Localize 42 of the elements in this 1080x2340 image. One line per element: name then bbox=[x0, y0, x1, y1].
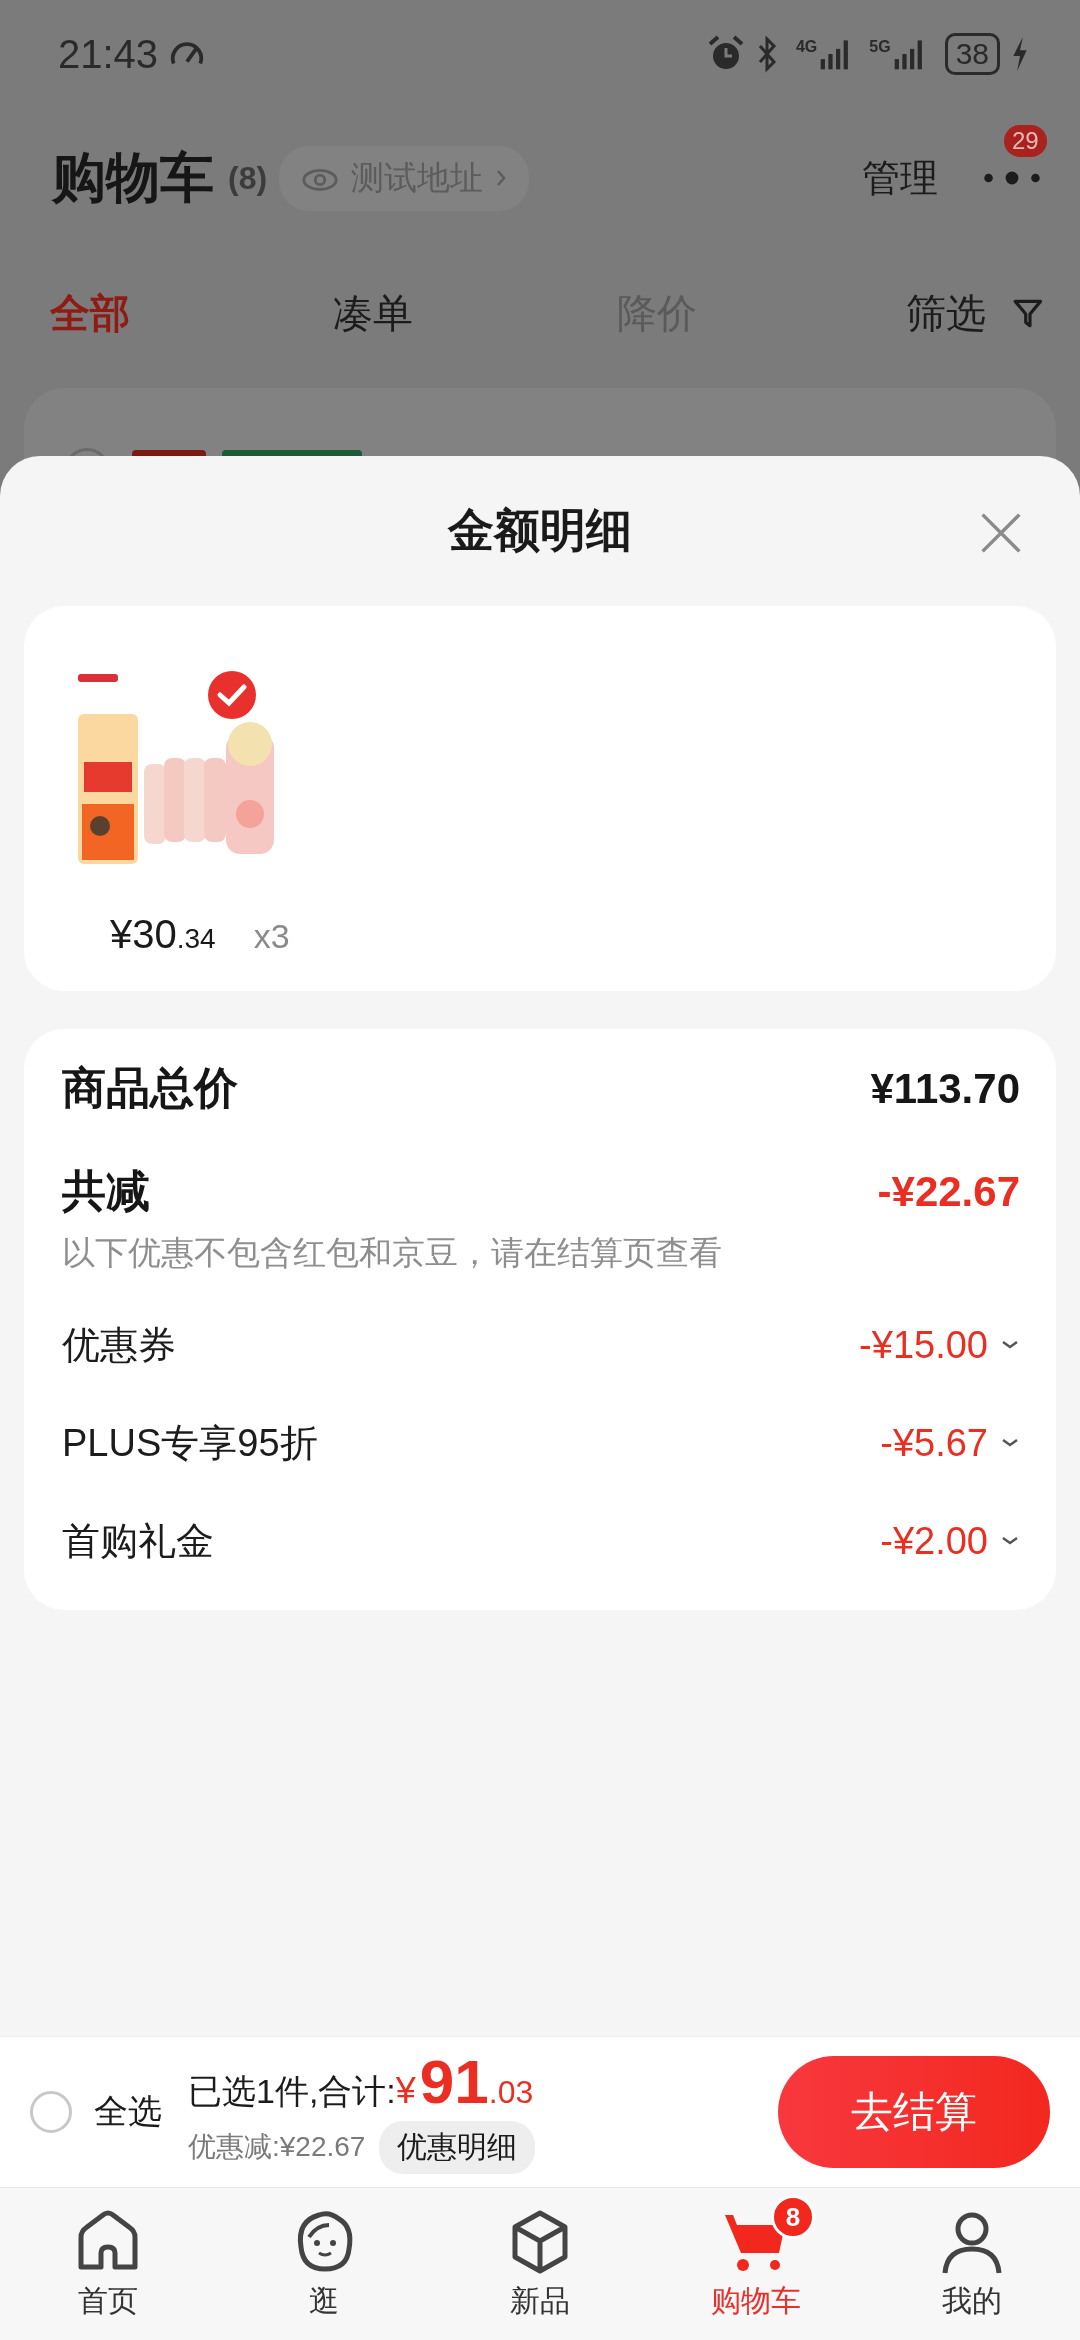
network-label: 5G bbox=[869, 38, 891, 56]
nav-tab[interactable]: 我的 bbox=[864, 2188, 1080, 2340]
chevron-down-icon[interactable] bbox=[1000, 1339, 1020, 1351]
chevron-down-icon[interactable] bbox=[1000, 1437, 1020, 1449]
checkout-button[interactable]: 去结算 bbox=[778, 2056, 1050, 2168]
reduction-note: 以下优惠不包含红包和京豆，请在结算页查看 bbox=[62, 1233, 723, 1273]
sheet-title: 金额明细 bbox=[448, 503, 632, 558]
nav-tab[interactable]: 8 购物车 bbox=[648, 2188, 864, 2340]
discount-label: 首购礼金 bbox=[62, 1518, 214, 1564]
battery-level: 38 bbox=[944, 33, 1000, 75]
manage-button[interactable]: 管理 bbox=[856, 151, 944, 205]
saved-amount: 优惠减:¥22.67 bbox=[188, 2130, 366, 2164]
select-all-radio[interactable] bbox=[30, 2091, 72, 2133]
cart-count-badge: 8 bbox=[771, 2194, 815, 2239]
total-label: 商品总价 bbox=[62, 1062, 238, 1114]
discount-label: PLUS专享95折 bbox=[62, 1420, 318, 1466]
funnel-icon[interactable] bbox=[1012, 297, 1044, 329]
notification-badge: 29 bbox=[1004, 125, 1047, 157]
discount-value[interactable]: -¥2.00 bbox=[880, 1519, 988, 1563]
filter-tab[interactable]: 凑单 bbox=[333, 285, 617, 341]
nav-tab[interactable]: 逛 bbox=[216, 2188, 432, 2340]
item-count: (8) bbox=[228, 159, 268, 197]
unit-price: ¥30.34 bbox=[110, 912, 216, 957]
network-label: 4G bbox=[795, 38, 818, 56]
discount-value[interactable]: -¥5.67 bbox=[880, 1421, 988, 1465]
status-time: 21:43 bbox=[58, 31, 159, 77]
reduction-value: -¥22.67 bbox=[877, 1167, 1020, 1216]
chevron-down-icon[interactable] bbox=[1000, 1535, 1020, 1547]
select-all-label[interactable]: 全选 bbox=[94, 2089, 162, 2135]
nav-tab[interactable]: 新品 bbox=[432, 2188, 648, 2340]
page-title: 购物车 bbox=[52, 145, 214, 209]
quantity: x3 bbox=[253, 917, 290, 956]
total-value: ¥113.70 bbox=[870, 1064, 1020, 1113]
nav-tab[interactable]: 首页 bbox=[0, 2188, 216, 2340]
discount-label: 优惠券 bbox=[62, 1322, 176, 1368]
filter-button[interactable]: 筛选 bbox=[900, 284, 993, 342]
discount-detail-button[interactable]: 优惠明细 bbox=[379, 2120, 536, 2174]
chevron-right-icon bbox=[495, 168, 508, 188]
total-amount: ¥91.03 bbox=[395, 2050, 534, 2113]
summary-label: 已选1件,合计: bbox=[188, 2070, 396, 2112]
discount-value[interactable]: -¥15.00 bbox=[859, 1323, 988, 1367]
reduction-label: 共减 bbox=[62, 1165, 150, 1217]
